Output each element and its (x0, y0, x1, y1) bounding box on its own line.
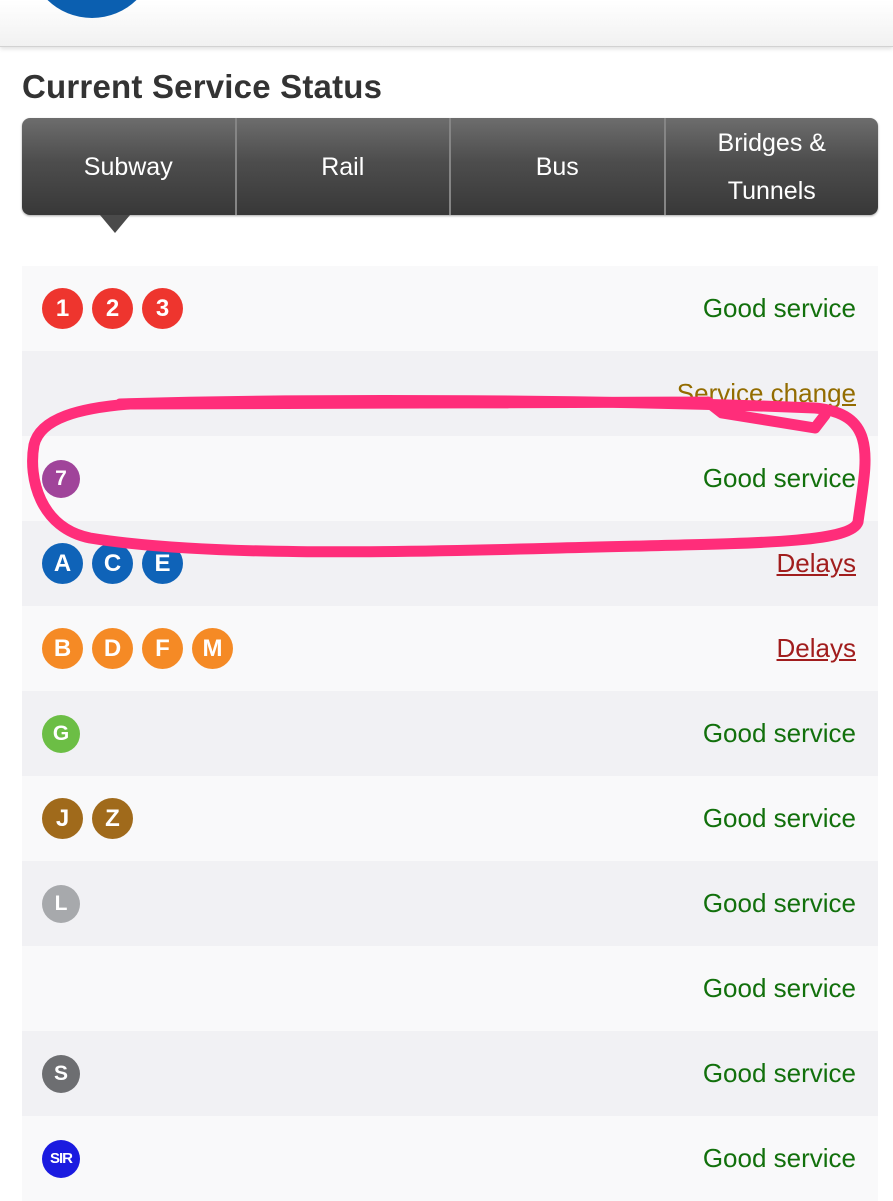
status-good-service: Good service (702, 1058, 856, 1088)
status-good-service: Good service (702, 463, 856, 493)
status-good-service: Good service (702, 293, 856, 323)
service-status-row[interactable]: Good service (22, 946, 878, 1031)
service-status-row[interactable]: S Good service (22, 1031, 878, 1116)
route-bullet-d-icon: D (92, 628, 133, 669)
route-bullet-a-icon: A (42, 543, 83, 584)
status-good-service: Good service (702, 888, 856, 918)
route-bullets: S (42, 1054, 80, 1093)
route-bullet-f-icon: F (142, 628, 183, 669)
route-bullet-7-icon: 7 (42, 459, 80, 498)
status-delays-link[interactable]: Delays (777, 548, 856, 579)
status-list: 1 2 3 Good service Service change 7 Good servi… (22, 266, 878, 1201)
page-title: Current Service Status (22, 68, 383, 105)
service-status-row[interactable]: A C E Delays (22, 521, 878, 606)
status-good-service: Good service (702, 803, 856, 833)
route-bullet-m-icon: M (192, 628, 233, 669)
route-bullet-sir-icon: SIR (42, 1139, 80, 1178)
route-bullet-z-icon: Z (92, 798, 133, 839)
route-bullets: 123 (42, 288, 183, 329)
route-bullets: 7 (42, 459, 80, 498)
status-good-service: Good service (702, 973, 856, 1003)
top-bar (0, 0, 893, 47)
route-bullets: SIR (42, 1139, 80, 1178)
service-tabs: Subway Rail Bus Bridges & Tunnels (22, 118, 878, 215)
route-bullet-3-icon: 3 (142, 288, 183, 329)
route-bullets: JZ (42, 798, 133, 839)
mta-logo[interactable] (28, 0, 156, 18)
service-status-row[interactable]: J Z Good service (22, 776, 878, 861)
status-delays-link[interactable]: Delays (777, 633, 856, 664)
tab-bridges-tunnels[interactable]: Bridges & Tunnels (663, 118, 879, 215)
route-bullets: BDFM (42, 628, 233, 669)
route-bullet-b-icon: B (42, 628, 83, 669)
service-status-row[interactable]: Service change (22, 351, 878, 436)
service-status-row[interactable]: SIR Good service (22, 1116, 878, 1201)
service-status-row[interactable]: B D F M Delays (22, 606, 878, 691)
status-service-change-link[interactable]: Service change (677, 378, 856, 409)
tab-rail[interactable]: Rail (234, 118, 450, 215)
route-bullet-c-icon: C (92, 543, 133, 584)
tab-bus[interactable]: Bus (449, 118, 664, 215)
route-bullet-2-icon: 2 (92, 288, 133, 329)
route-bullet-e-icon: E (142, 543, 183, 584)
route-bullets: ACE (42, 543, 183, 584)
route-bullets: L (42, 884, 80, 923)
service-status-row[interactable]: G Good service (22, 691, 878, 776)
route-bullet-s-icon: S (42, 1054, 80, 1093)
route-bullet-j-icon: J (42, 798, 83, 839)
route-bullet-g-icon: G (42, 714, 80, 753)
route-bullet-1-icon: 1 (42, 288, 83, 329)
service-status-row[interactable]: 1 2 3 Good service (22, 266, 878, 351)
route-bullet-l-icon: L (42, 884, 80, 923)
selected-tab-pointer-icon (100, 215, 130, 233)
route-bullets: G (42, 714, 80, 753)
tab-subway[interactable]: Subway (22, 118, 235, 215)
service-status-row[interactable]: L Good service (22, 861, 878, 946)
status-good-service: Good service (702, 1143, 856, 1173)
status-good-service: Good service (702, 718, 856, 748)
service-status-row[interactable]: 7 Good service (22, 436, 878, 521)
